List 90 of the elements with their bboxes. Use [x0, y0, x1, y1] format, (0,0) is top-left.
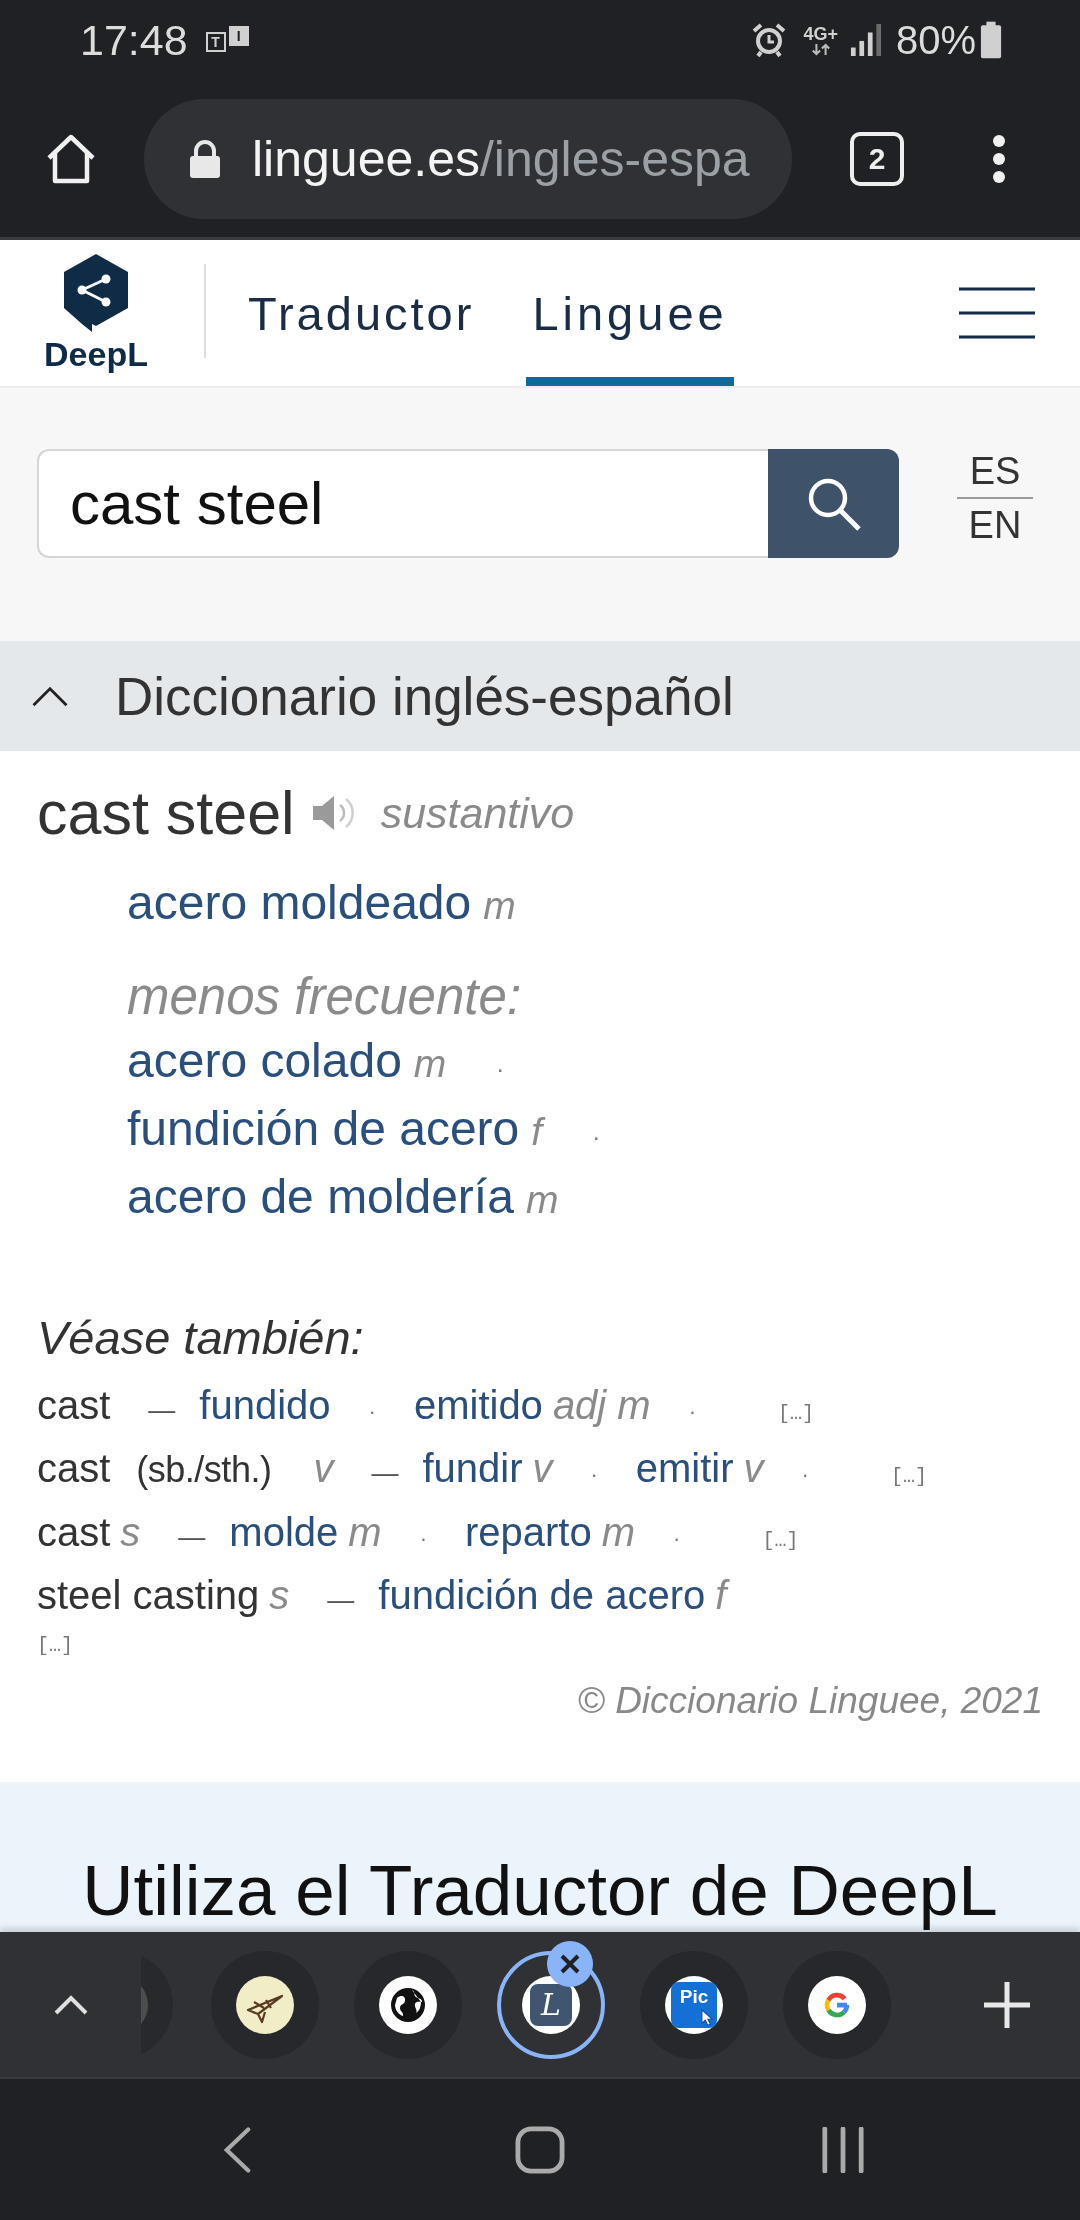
notification-icon: T	[205, 32, 226, 52]
pos-label: m	[601, 1509, 636, 1556]
home-icon[interactable]	[45, 132, 97, 185]
translation-link[interactable]: fundido	[199, 1374, 331, 1437]
speaker-icon[interactable]	[310, 793, 357, 833]
menu-icon[interactable]	[959, 287, 1035, 339]
favicon-label: L	[530, 1983, 572, 2026]
alarm-icon	[751, 22, 788, 58]
qualifier-text: (sb./sth.)	[136, 1448, 272, 1492]
cursor-icon	[701, 2008, 713, 2026]
term-text: cast	[37, 1445, 111, 1492]
separator-dot: ·	[688, 1401, 696, 1423]
dash-text: —	[148, 1397, 176, 1424]
pos-label: v	[743, 1445, 764, 1492]
more-link[interactable]: […]	[890, 1467, 927, 1487]
translation-link[interactable]: fundición de acero	[127, 1095, 520, 1163]
gender-label: m	[483, 883, 516, 929]
pos-label: s	[269, 1572, 290, 1619]
more-link[interactable]: […]	[37, 1636, 73, 1656]
dash-text: —	[178, 1524, 206, 1551]
pos-label: v	[313, 1445, 334, 1492]
separator-dot: ·	[590, 1464, 598, 1486]
battery-icon	[980, 21, 1002, 59]
network-type-text: 4G+	[803, 24, 838, 43]
gender-label: m	[413, 1041, 447, 1087]
back-icon[interactable]	[223, 2126, 251, 2173]
term-text: cast	[37, 1382, 111, 1429]
new-tab-icon[interactable]	[984, 1981, 1030, 2028]
notification-icon: I	[228, 26, 249, 46]
battery-text: 80%	[895, 17, 976, 63]
gender-label: m	[525, 1177, 559, 1223]
headword-text: cast steel	[37, 781, 295, 845]
signal-icon	[849, 23, 882, 57]
separator-dot: ·	[592, 1122, 601, 1152]
language-code: ES	[957, 449, 1033, 499]
translation-link[interactable]: fundir	[422, 1437, 523, 1500]
search-field[interactable]: cast steel	[37, 449, 768, 558]
pos-label: s	[120, 1509, 141, 1556]
dash-text: —	[371, 1460, 399, 1487]
frequency-label: menos frecuente:	[127, 967, 523, 1027]
separator-dot: ·	[673, 1528, 681, 1550]
pos-label: m	[348, 1509, 382, 1556]
nav-tab[interactable]: Traductor	[242, 240, 481, 386]
more-options-icon[interactable]	[992, 133, 1006, 184]
letter-g-icon	[808, 1975, 866, 2034]
promo-heading: Utiliza el Traductor de DeepL	[81, 1851, 999, 1931]
term-text: cast	[37, 1509, 111, 1556]
hexagon-logo-icon[interactable]	[62, 253, 130, 333]
data-arrows-icon	[809, 42, 832, 56]
clock-text: 17:48	[80, 15, 188, 65]
lock-icon	[188, 138, 222, 179]
separator-dot: ·	[496, 1054, 505, 1084]
pos-label: v	[532, 1445, 553, 1492]
translation-link[interactable]: fundición de acero	[378, 1564, 706, 1627]
translation-link[interactable]: reparto	[464, 1501, 592, 1564]
separator-dot: ·	[419, 1528, 427, 1550]
language-switch-button[interactable]: ES EN	[957, 449, 1033, 547]
tab-count-button[interactable]: 2	[850, 131, 904, 186]
close-tab-icon[interactable]	[547, 1940, 593, 1987]
browser-tab[interactable]: Pic	[640, 1950, 748, 2059]
favicon-label: Pic	[671, 1981, 717, 2028]
search-button[interactable]	[768, 449, 899, 558]
home-button-icon[interactable]	[515, 2125, 565, 2174]
paper-plane-icon	[236, 1975, 294, 2034]
recent-apps-icon[interactable]	[821, 2126, 865, 2173]
logo-text: DeepL	[44, 335, 148, 373]
dash-text: —	[327, 1587, 355, 1614]
pos-label: adj m	[552, 1382, 651, 1429]
translation-link[interactable]: acero moldeado	[127, 873, 472, 933]
copyright-text: © Diccionario Linguee, 2021	[576, 1679, 1043, 1723]
section-title: Diccionario inglés-español	[115, 665, 734, 727]
more-link[interactable]: […]	[778, 1404, 815, 1424]
separator-dot: ·	[368, 1401, 376, 1423]
url-path-text: /ingles-espa	[479, 129, 750, 188]
separator-dot: ·	[801, 1464, 809, 1486]
url-field[interactable]: linguee.es/ingles-espa	[144, 98, 792, 219]
url-host-text: linguee.es	[252, 129, 480, 188]
translation-link[interactable]: acero colado	[127, 1027, 402, 1095]
translation-link[interactable]: emitido	[413, 1374, 543, 1437]
language-code: EN	[967, 503, 1023, 547]
see-also-heading: Véase también:	[37, 1310, 365, 1366]
globe-icon	[379, 1975, 437, 2034]
translation-link[interactable]: emitir	[635, 1437, 734, 1500]
more-link[interactable]: […]	[762, 1531, 799, 1551]
term-text: steel casting	[37, 1572, 260, 1619]
chevron-up-icon[interactable]	[31, 685, 69, 707]
translation-link[interactable]: molde	[229, 1501, 339, 1564]
pos-label: sustantivo	[380, 788, 575, 838]
chevron-up-icon[interactable]	[54, 1993, 88, 2016]
translation-link[interactable]: acero de moldería	[127, 1163, 514, 1231]
